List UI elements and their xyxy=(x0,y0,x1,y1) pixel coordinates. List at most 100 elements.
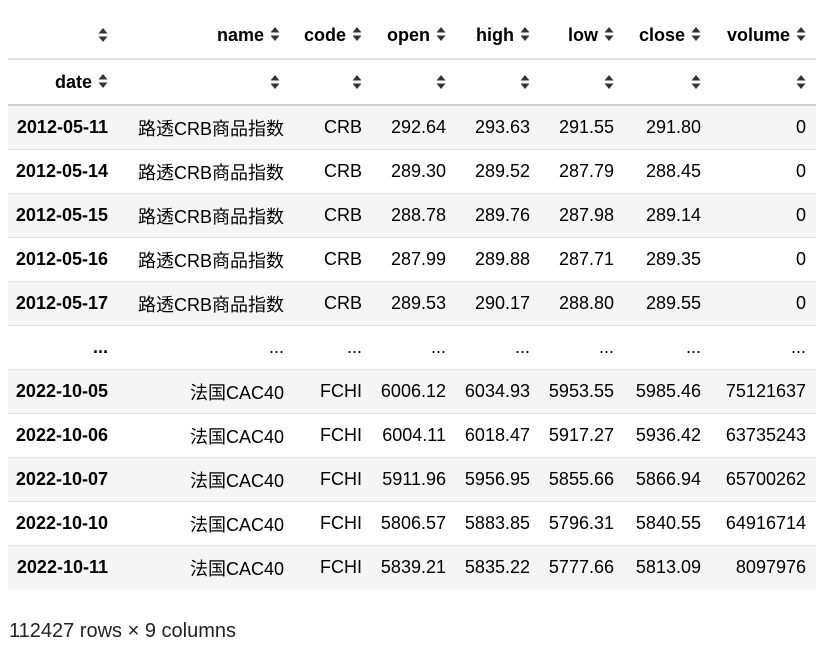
cell-code: FCHI xyxy=(292,501,374,546)
cell-volume: ... xyxy=(713,325,816,370)
cell-close: 5985.46 xyxy=(626,369,713,414)
cell-name: ... xyxy=(120,325,292,370)
cell-name: 路透CRB商品指数 xyxy=(120,193,292,238)
ellipsis-row: ........................ xyxy=(8,325,816,370)
table-row: 2012-05-16 路透CRB商品指数 CRB 287.99 289.88 287.71… xyxy=(8,237,816,282)
cell-high: 5956.95 xyxy=(458,457,542,502)
cell-code: FCHI xyxy=(320,557,362,577)
cell-low: 5917.27 xyxy=(542,413,626,458)
cell-open: 289.53 xyxy=(374,281,458,326)
cell-low: ... xyxy=(542,325,626,370)
cell-close: 288.45 xyxy=(626,149,713,194)
sort-icon[interactable] xyxy=(520,74,530,90)
cell-close: 5936.42 xyxy=(626,413,713,458)
sort-icon[interactable] xyxy=(436,26,446,42)
cell-close: 291.80 xyxy=(626,105,713,150)
cell-code: FCHI xyxy=(292,413,374,458)
column-header-volume[interactable]: volume xyxy=(713,12,816,60)
table-header: name code open high low close volume date xyxy=(8,12,816,106)
cell-volume: 0 xyxy=(713,281,816,326)
table-row: 2022-10-07 法国CAC40 FCHI 5911.96 5956.95 5855.… xyxy=(8,457,816,502)
row-index-date: 2022-10-11 xyxy=(16,557,108,577)
column-header-high[interactable]: high xyxy=(458,12,542,60)
cell-name: 法国CAC40 xyxy=(120,369,292,414)
cell-code: CRB xyxy=(292,149,374,194)
row-index-date: 2022-10-10 xyxy=(8,501,120,546)
sort-icon[interactable] xyxy=(98,73,108,89)
column-header-low[interactable]: low xyxy=(542,12,626,60)
column-header-close[interactable]: close xyxy=(626,12,713,60)
cell-high: 290.17 xyxy=(458,281,542,326)
row-index-date: 2012-05-11 xyxy=(8,105,120,150)
sort-icon[interactable] xyxy=(436,74,446,90)
cell-high: 6018.47 xyxy=(458,413,542,458)
cell-name: 法国CAC40 xyxy=(120,413,292,458)
table-row: 2022-10-05 法国CAC40 FCHI 6006.12 6034.93 5953.… xyxy=(8,369,816,414)
table-row: 2012-05-11 路透CRB商品指数 CRB 292.64 293.63 291.55… xyxy=(8,105,816,150)
dataframe-table: name code open high low close volume date 2012… xyxy=(8,12,816,589)
cell-code: CRB xyxy=(292,237,374,282)
cell-low: 5953.55 xyxy=(542,369,626,414)
index-subheader-name[interactable] xyxy=(120,59,292,106)
table-row: 2022-10-06 法国CAC40 FCHI 6004.11 6018.47 5917.… xyxy=(8,413,816,458)
cell-open: 5806.57 xyxy=(374,501,458,546)
row-index-date: 2022-10-06 xyxy=(8,413,120,458)
index-subheader-volume[interactable] xyxy=(713,59,816,106)
index-subheader-low[interactable] xyxy=(542,59,626,106)
cell-code: CRB xyxy=(292,105,374,150)
cell-low: 287.98 xyxy=(542,193,626,238)
column-header-open[interactable]: open xyxy=(374,12,458,60)
index-subheader-high[interactable] xyxy=(458,59,542,106)
sort-icon[interactable] xyxy=(270,74,280,90)
table-row: 2012-05-14 路透CRB商品指数 CRB 289.30 289.52 287.79… xyxy=(8,149,816,194)
sort-icon[interactable] xyxy=(796,26,806,42)
cell-name: 路透CRB商品指数 xyxy=(120,237,292,282)
cell-low: 5796.31 xyxy=(542,501,626,546)
cell-low: 291.55 xyxy=(542,105,626,150)
index-column-header[interactable] xyxy=(8,12,120,60)
sort-icon[interactable] xyxy=(691,74,701,90)
cell-high: 5883.85 xyxy=(458,501,542,546)
cell-high: ... xyxy=(458,325,542,370)
sort-icon[interactable] xyxy=(520,26,530,42)
cell-close: 5866.94 xyxy=(626,457,713,502)
index-subheader-code[interactable] xyxy=(292,59,374,106)
column-header-name[interactable]: name xyxy=(120,12,292,60)
cell-open: ... xyxy=(374,325,458,370)
cell-high: 289.52 xyxy=(458,149,542,194)
sort-icon[interactable] xyxy=(98,27,108,43)
sort-icon[interactable] xyxy=(270,26,280,42)
cell-open: 289.30 xyxy=(374,149,458,194)
cell-close: 5813.09 xyxy=(635,557,701,577)
index-subheader-close[interactable] xyxy=(626,59,713,106)
cell-volume: 8097976 xyxy=(735,557,806,577)
index-name-header[interactable]: date xyxy=(8,59,120,106)
sort-icon[interactable] xyxy=(691,26,701,42)
cell-high: 6034.93 xyxy=(458,369,542,414)
cell-close: 289.35 xyxy=(626,237,713,282)
cell-name: 路透CRB商品指数 xyxy=(120,105,292,150)
cell-name: 路透CRB商品指数 xyxy=(120,149,292,194)
sort-icon[interactable] xyxy=(352,26,362,42)
sort-icon[interactable] xyxy=(604,26,614,42)
table-row: 2012-05-15 路透CRB商品指数 CRB 288.78 289.76 287.98… xyxy=(8,193,816,238)
column-header-row: name code open high low close volume xyxy=(8,12,816,60)
cell-code: ... xyxy=(292,325,374,370)
sort-icon[interactable] xyxy=(352,74,362,90)
cell-volume: 65700262 xyxy=(713,457,816,502)
cell-name: 法国CAC40 xyxy=(189,558,284,579)
column-header-code[interactable]: code xyxy=(292,12,374,60)
column-header-name-label: name xyxy=(216,24,264,45)
index-subheader-open[interactable] xyxy=(374,59,458,106)
row-count-summary: 112427 rows × 9 columns xyxy=(9,620,236,642)
cell-open: 6006.12 xyxy=(374,369,458,414)
cell-open: 292.64 xyxy=(374,105,458,150)
cell-volume: 0 xyxy=(713,237,816,282)
cell-code: FCHI xyxy=(292,457,374,502)
sort-icon[interactable] xyxy=(604,74,614,90)
table-row: 2012-05-17 路透CRB商品指数 CRB 289.53 290.17 288.80… xyxy=(8,281,816,326)
sort-icon[interactable] xyxy=(796,74,806,90)
cell-high: 289.76 xyxy=(458,193,542,238)
column-header-open-label: open xyxy=(387,24,430,45)
row-index-date: 2022-10-05 xyxy=(8,369,120,414)
